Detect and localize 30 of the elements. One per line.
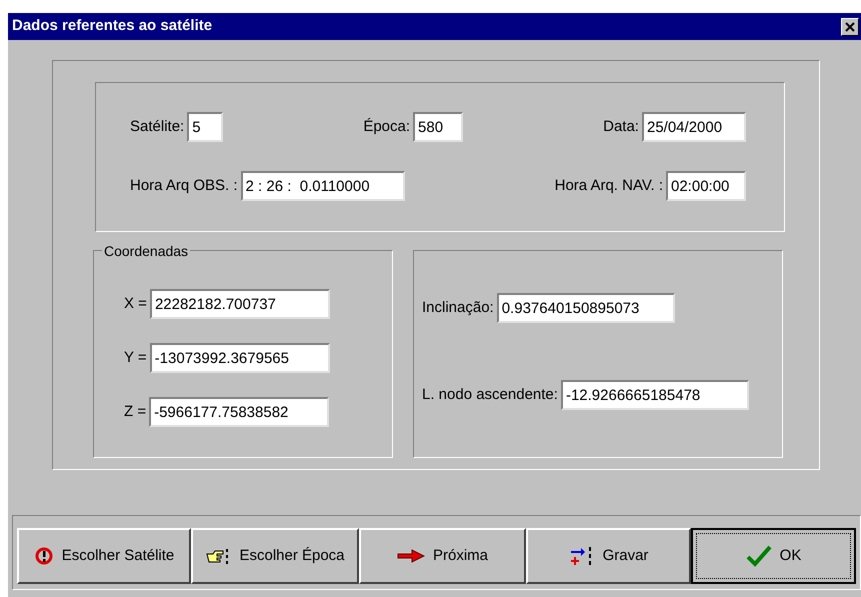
input-field[interactable]: -12.9266665185478 [560,380,749,410]
input-field[interactable]: 580 [413,112,464,142]
field-label: Data: [603,116,639,137]
field-label: L. nodo ascendente: [422,384,558,405]
input-field[interactable]: 5 [187,112,224,142]
close-button[interactable] [841,18,859,36]
field-label: Z = [124,402,146,422]
window-title: Dados referentes ao satélite [12,16,212,36]
close-icon [845,22,855,32]
input-field[interactable]: 2 : 26 : 0.0110000 [240,171,405,201]
action-button[interactable]: OK [691,528,856,584]
field-label: Hora Arq OBS. : [130,176,238,196]
check-icon [746,545,772,567]
field-label: Y = [124,348,147,368]
right-arrow-icon [396,549,425,563]
input-field[interactable]: 0.937640150895073 [496,293,675,323]
field-label: Satélite: [130,116,184,137]
field-label: X = [124,294,147,314]
input-field[interactable]: -5966177.75838582 [149,397,330,427]
action-button[interactable]: Escolher Satélite [17,528,191,584]
field-label: Inclinação: [422,298,494,318]
field-label: Hora Arq. NAV. : [554,176,663,196]
input-field[interactable]: 22282182.700737 [150,289,330,319]
action-button[interactable]: Gravar [526,528,691,584]
action-button[interactable]: Próxima [359,528,526,584]
action-button[interactable]: Escolher Época [191,528,359,584]
input-field[interactable]: 02:00:00 [666,171,746,201]
field-label: Época: [363,116,410,137]
input-field[interactable]: -13073992.3679565 [150,343,330,373]
input-field[interactable]: 25/04/2000 [642,112,746,142]
